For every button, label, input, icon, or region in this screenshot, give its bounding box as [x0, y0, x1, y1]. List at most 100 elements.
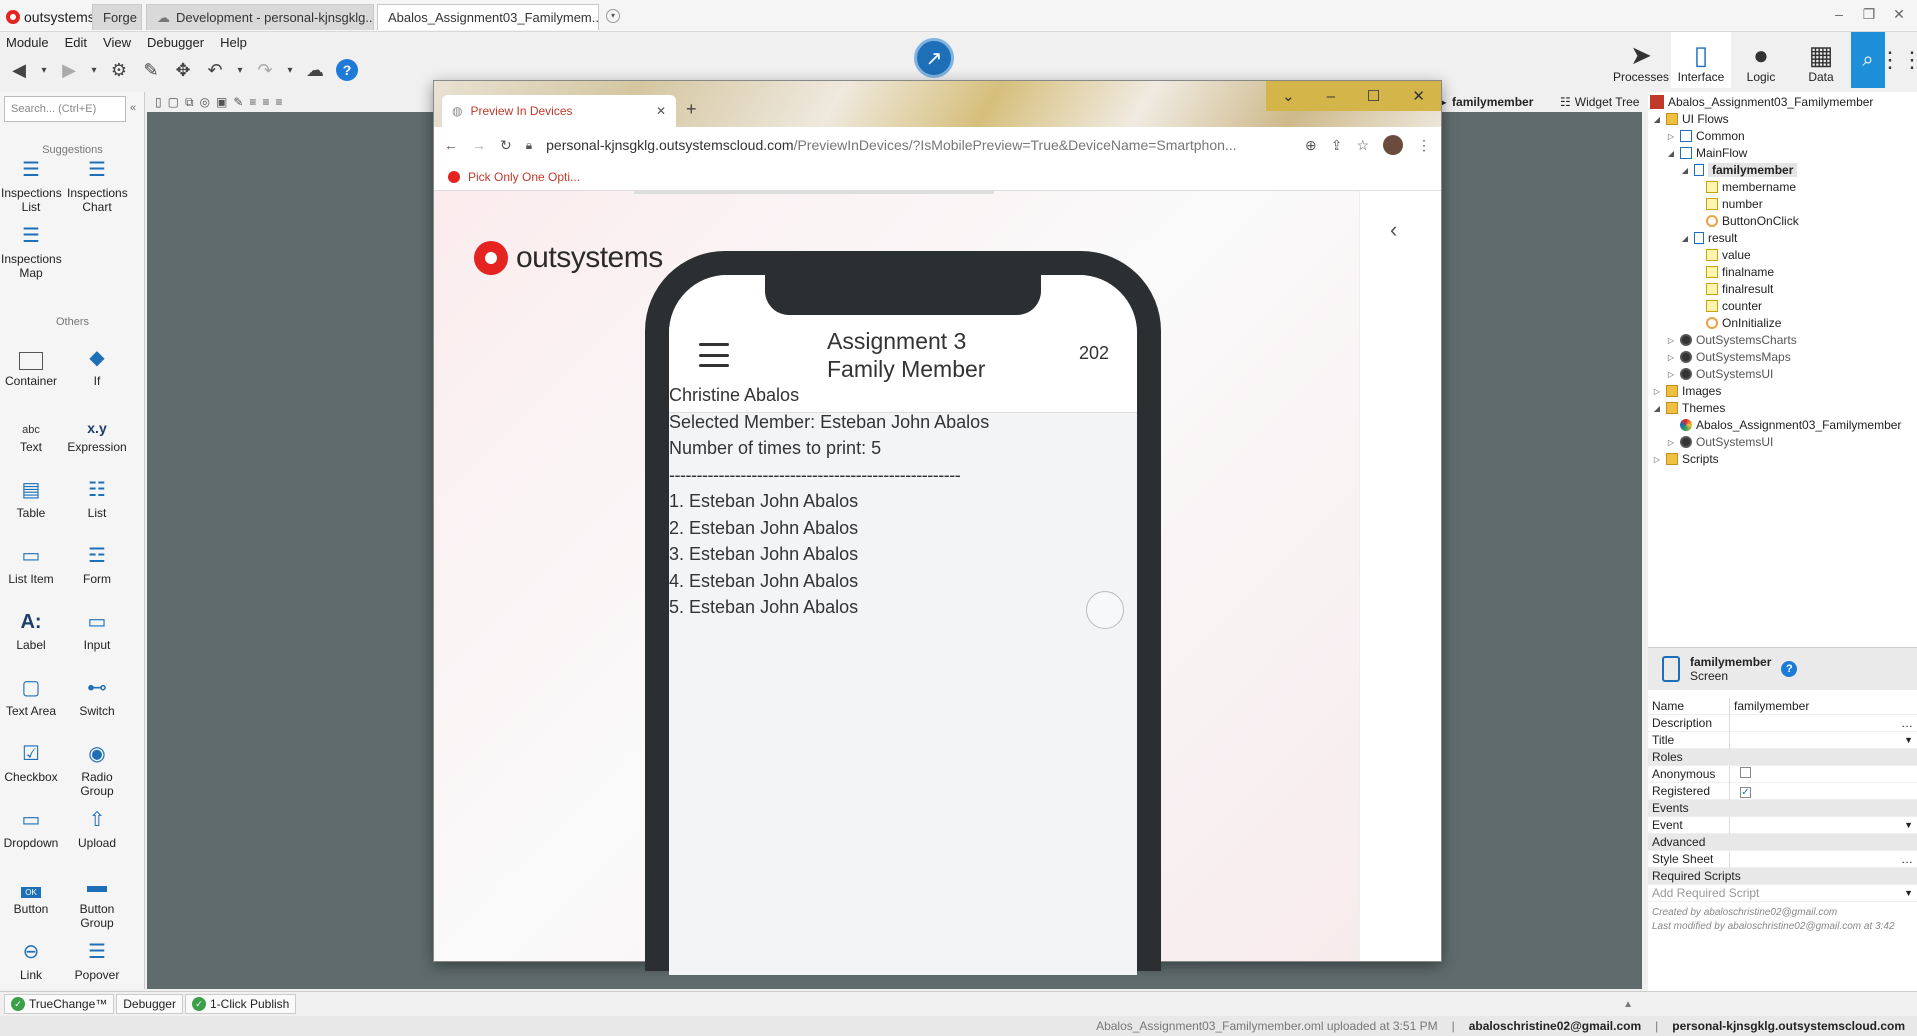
tree-mainflow[interactable]: ◢ MainFlow: [1666, 144, 1747, 162]
dropdown-arrow-icon[interactable]: ▼: [1904, 820, 1917, 830]
tool-radio-group[interactable]: ◉ Radio Group: [67, 738, 127, 798]
hamburger-menu-icon[interactable]: [699, 343, 729, 367]
zoom-icon[interactable]: ⊕: [1305, 137, 1317, 154]
tab-search-icon[interactable]: ⌄: [1282, 87, 1295, 105]
manage-dependencies-icon[interactable]: ✎: [140, 59, 162, 81]
reload-icon[interactable]: ↻: [500, 137, 512, 154]
tree-ui-flows[interactable]: ◢ UI Flows: [1652, 110, 1729, 128]
tree-oninitialize[interactable]: OnInitialize: [1706, 314, 1781, 332]
tree-finalresult[interactable]: finalresult: [1706, 280, 1773, 298]
tree-images[interactable]: ▷ Images: [1652, 382, 1721, 400]
widget-tree-button[interactable]: ☷ Widget Tree: [1560, 92, 1645, 112]
toolbox-search-input[interactable]: Search... (Ctrl+E): [4, 96, 126, 122]
back-dropdown-icon[interactable]: ▾: [40, 59, 48, 81]
tree-result[interactable]: ◢ result: [1680, 229, 1737, 247]
tool-button[interactable]: OK Button: [1, 870, 61, 930]
tree-value[interactable]: value: [1706, 246, 1751, 264]
back-icon[interactable]: ◀: [8, 59, 30, 81]
tool-upload[interactable]: ⇧ Upload: [67, 804, 127, 864]
collapse-toolbox-icon[interactable]: «: [130, 102, 136, 114]
tool-container[interactable]: Container: [1, 342, 61, 402]
tree-counter[interactable]: counter: [1706, 297, 1762, 315]
tool-button-group[interactable]: ▬ Button Group: [67, 870, 127, 930]
forward-dropdown-icon[interactable]: ▾: [90, 59, 98, 81]
tool-expression[interactable]: x.y Expression: [67, 408, 127, 468]
tool-link[interactable]: ⊖ Link: [1, 936, 61, 986]
profile-avatar[interactable]: [1383, 135, 1403, 155]
tool-checkbox[interactable]: ☑ Checkbox: [1, 738, 61, 798]
share-icon[interactable]: ⇪: [1331, 137, 1343, 154]
tree-theme-app[interactable]: Abalos_Assignment03_Familymember: [1680, 416, 1901, 434]
tool-label[interactable]: A: Label: [1, 606, 61, 666]
tab-module[interactable]: Abalos_Assignment03_Familymem...×: [377, 4, 599, 30]
browser-maximize-icon[interactable]: ☐: [1367, 87, 1380, 105]
tool-input[interactable]: ▭ Input: [67, 606, 127, 666]
tree-app[interactable]: Abalos_Assignment03_Familymember: [1650, 93, 1873, 111]
tree-finalname[interactable]: finalname: [1706, 263, 1774, 281]
menu-module[interactable]: Module: [6, 35, 49, 50]
tab-interface[interactable]: ▯ Interface: [1671, 32, 1731, 88]
tool-if[interactable]: ◆ If: [67, 342, 127, 402]
browser-tab[interactable]: ◍ Preview In Devices ✕: [442, 95, 676, 127]
align-right-icon[interactable]: ≡: [275, 95, 282, 109]
tree-common[interactable]: ▷ Common: [1666, 127, 1745, 145]
browser-close-icon[interactable]: ✕: [1412, 87, 1425, 105]
publish-tab[interactable]: ✓ 1-Click Publish: [184, 994, 297, 1014]
menu-help[interactable]: Help: [220, 35, 247, 50]
add-required-script[interactable]: Add Required Script: [1648, 885, 1904, 902]
minimize-icon[interactable]: –: [1828, 6, 1850, 24]
dropdown-arrow-icon[interactable]: ▼: [1904, 735, 1917, 745]
layout-icon[interactable]: ⧉: [185, 95, 194, 110]
chevron-left-icon[interactable]: ‹: [1390, 217, 1397, 243]
expand-panel-icon[interactable]: ▲: [1623, 999, 1633, 1010]
bookmark-item[interactable]: Pick Only One Opti...: [468, 170, 580, 184]
tool-switch[interactable]: ⊷ Switch: [67, 672, 127, 732]
tool-inspections-chart[interactable]: ☰ Inspections Chart: [67, 154, 128, 214]
ellipsis-icon[interactable]: …: [1901, 716, 1917, 730]
tab-logic[interactable]: ● Logic: [1731, 32, 1791, 88]
tool-text[interactable]: abc Text: [1, 408, 61, 468]
url-field[interactable]: personal-kjnsgklg.outsystemscloud.com/Pr…: [546, 137, 1291, 153]
menu-debugger[interactable]: Debugger: [147, 35, 204, 50]
tree-buttononclick[interactable]: ButtonOnClick: [1706, 212, 1799, 230]
bookmark-star-icon[interactable]: ☆: [1356, 137, 1369, 154]
tool-list-item[interactable]: ▭ List Item: [1, 540, 61, 600]
tree-outsystemscharts[interactable]: ▷ OutSystemsCharts: [1666, 331, 1797, 349]
ellipsis-icon[interactable]: …: [1901, 852, 1917, 866]
redo-dropdown-icon[interactable]: ▾: [286, 59, 294, 81]
undo-dropdown-icon[interactable]: ▾: [236, 59, 244, 81]
tool-inspections-list[interactable]: ☰ Inspections List: [1, 154, 62, 214]
browser-minimize-icon[interactable]: –: [1327, 88, 1335, 105]
menu-view[interactable]: View: [103, 35, 131, 50]
anonymous-checkbox[interactable]: [1740, 766, 1751, 778]
forward-icon[interactable]: ▶: [58, 59, 80, 81]
tabs-dropdown-icon[interactable]: ▾: [606, 9, 620, 23]
theme-icon[interactable]: ✎: [233, 95, 243, 109]
tool-popover[interactable]: ☰ Popover: [67, 936, 127, 986]
registered-checkbox[interactable]: ✓: [1740, 786, 1751, 798]
settings-gear-icon[interactable]: ⚙: [108, 59, 130, 81]
tree-number[interactable]: number: [1706, 195, 1763, 213]
tab-processes[interactable]: ➤ Processes: [1611, 32, 1671, 88]
prop-name-value[interactable]: familymember: [1730, 698, 1917, 715]
close-window-icon[interactable]: ✕: [1888, 6, 1910, 24]
tree-scripts[interactable]: ▷ Scripts: [1652, 450, 1719, 468]
restore-icon[interactable]: ❐: [1858, 6, 1880, 24]
tool-inspections-map[interactable]: ☰ Inspections Map: [1, 220, 62, 280]
tool-list[interactable]: ☷ List: [67, 474, 127, 534]
tool-table[interactable]: ▤ Table: [1, 474, 61, 534]
redo-icon[interactable]: ↷: [254, 59, 276, 81]
tab-forge[interactable]: Forge: [92, 4, 142, 30]
tab-development[interactable]: ☁ Development - personal-kjnsgklg....: [146, 4, 374, 30]
browser-back-icon[interactable]: ←: [444, 137, 458, 153]
undo-icon[interactable]: ↶: [204, 59, 226, 81]
tool-text-area[interactable]: ▢ Text Area: [1, 672, 61, 732]
prop-add-script[interactable]: Add Required Script ▼: [1648, 885, 1917, 902]
tab-data[interactable]: ▦ Data: [1791, 32, 1851, 88]
tree-themes[interactable]: ◢ Themes: [1652, 399, 1725, 417]
browser-forward-icon[interactable]: →: [472, 137, 486, 153]
phone-view-icon[interactable]: ▯: [155, 95, 162, 109]
tool-dropdown[interactable]: ▭ Dropdown: [1, 804, 61, 864]
publish-status-icon[interactable]: ↗: [914, 38, 954, 78]
dropdown-arrow-icon[interactable]: ▼: [1904, 888, 1917, 898]
